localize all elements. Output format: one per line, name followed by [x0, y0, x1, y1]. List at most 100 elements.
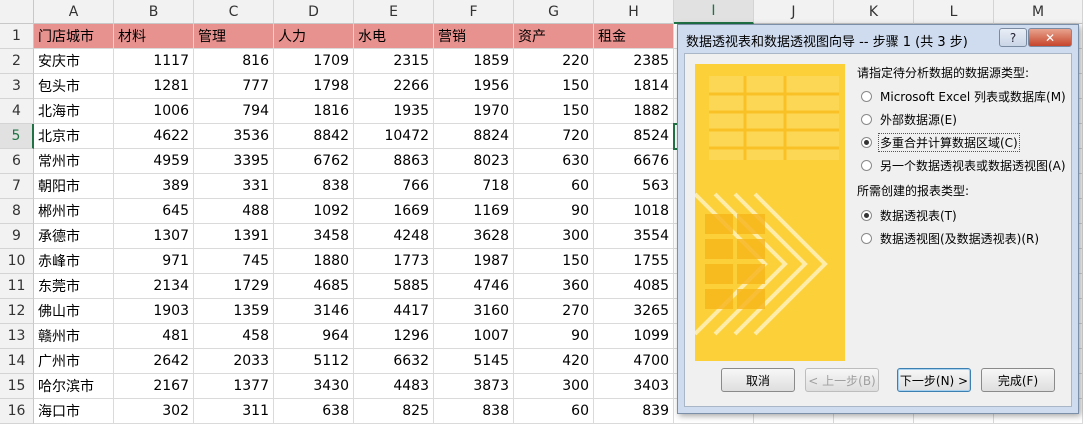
cell-f14[interactable]: 5145: [434, 349, 514, 374]
cell-e13[interactable]: 1296: [354, 324, 434, 349]
cell-d10[interactable]: 1880: [274, 249, 354, 274]
cell-c11[interactable]: 1729: [194, 274, 274, 299]
cell-e10[interactable]: 1773: [354, 249, 434, 274]
cell-f3[interactable]: 1956: [434, 74, 514, 99]
cell-g10[interactable]: 150: [514, 249, 594, 274]
help-button[interactable]: ?: [999, 28, 1027, 47]
cell-g12[interactable]: 270: [514, 299, 594, 324]
cell-h6[interactable]: 6676: [594, 149, 674, 174]
cell-c1[interactable]: 管理: [194, 24, 274, 49]
radio-pivot-table[interactable]: [861, 210, 872, 221]
cell-h2[interactable]: 2385: [594, 49, 674, 74]
cell-a12[interactable]: 佛山市: [34, 299, 114, 324]
cell-d11[interactable]: 4685: [274, 274, 354, 299]
cell-c5[interactable]: 3536: [194, 124, 274, 149]
cell-b4[interactable]: 1006: [114, 99, 194, 124]
cell-b7[interactable]: 389: [114, 174, 194, 199]
cell-g2[interactable]: 220: [514, 49, 594, 74]
finish-button[interactable]: 完成(F): [981, 368, 1055, 392]
back-button[interactable]: < 上一步(B): [805, 368, 879, 392]
cell-f7[interactable]: 718: [434, 174, 514, 199]
cell-a9[interactable]: 承德市: [34, 224, 114, 249]
row-header[interactable]: 14: [0, 349, 34, 374]
cell-f1[interactable]: 营销: [434, 24, 514, 49]
cell-h8[interactable]: 1018: [594, 199, 674, 224]
row-header[interactable]: 8: [0, 199, 34, 224]
cell-c15[interactable]: 1377: [194, 374, 274, 399]
cell-c2[interactable]: 816: [194, 49, 274, 74]
cell-h11[interactable]: 4085: [594, 274, 674, 299]
cell-f10[interactable]: 1987: [434, 249, 514, 274]
cell-g4[interactable]: 150: [514, 99, 594, 124]
cell-e1[interactable]: 水电: [354, 24, 434, 49]
cell-a8[interactable]: 郴州市: [34, 199, 114, 224]
cell-e7[interactable]: 766: [354, 174, 434, 199]
cell-d5[interactable]: 8842: [274, 124, 354, 149]
radio-multiple-consolidation[interactable]: [861, 137, 872, 148]
cell-h3[interactable]: 1814: [594, 74, 674, 99]
cell-f9[interactable]: 3628: [434, 224, 514, 249]
cell-a10[interactable]: 赤峰市: [34, 249, 114, 274]
cell-c16[interactable]: 311: [194, 399, 274, 424]
cell-d12[interactable]: 3146: [274, 299, 354, 324]
cell-f5[interactable]: 8824: [434, 124, 514, 149]
cell-b9[interactable]: 1307: [114, 224, 194, 249]
row-header[interactable]: 4: [0, 99, 34, 124]
cell-h9[interactable]: 3554: [594, 224, 674, 249]
cell-a16[interactable]: 海口市: [34, 399, 114, 424]
cell-g15[interactable]: 300: [514, 374, 594, 399]
cell-b1[interactable]: 材料: [114, 24, 194, 49]
cell-g11[interactable]: 360: [514, 274, 594, 299]
cell-d16[interactable]: 638: [274, 399, 354, 424]
cell-e6[interactable]: 8863: [354, 149, 434, 174]
cell-e2[interactable]: 2315: [354, 49, 434, 74]
cell-f6[interactable]: 8023: [434, 149, 514, 174]
radio-another-pivot[interactable]: [861, 160, 872, 171]
cell-g13[interactable]: 90: [514, 324, 594, 349]
cell-h15[interactable]: 3403: [594, 374, 674, 399]
cell-d6[interactable]: 6762: [274, 149, 354, 174]
cell-e16[interactable]: 825: [354, 399, 434, 424]
cell-b10[interactable]: 971: [114, 249, 194, 274]
cell-g6[interactable]: 630: [514, 149, 594, 174]
dialog-titlebar[interactable]: 数据透视表和数据透视图向导 -- 步骤 1 (共 3 步) ? ✕: [678, 25, 1078, 53]
cell-a7[interactable]: 朝阳市: [34, 174, 114, 199]
cell-e9[interactable]: 4248: [354, 224, 434, 249]
cell-e14[interactable]: 6632: [354, 349, 434, 374]
column-header-d[interactable]: D: [274, 0, 354, 24]
cell-c6[interactable]: 3395: [194, 149, 274, 174]
column-header-l[interactable]: L: [914, 0, 994, 24]
cell-h5[interactable]: 8524: [594, 124, 674, 149]
cell-e11[interactable]: 5885: [354, 274, 434, 299]
cell-h7[interactable]: 563: [594, 174, 674, 199]
cell-c7[interactable]: 331: [194, 174, 274, 199]
cell-f8[interactable]: 1169: [434, 199, 514, 224]
row-header[interactable]: 15: [0, 374, 34, 399]
cell-d2[interactable]: 1709: [274, 49, 354, 74]
cell-f11[interactable]: 4746: [434, 274, 514, 299]
cell-b11[interactable]: 2134: [114, 274, 194, 299]
row-header[interactable]: 3: [0, 74, 34, 99]
cell-h16[interactable]: 839: [594, 399, 674, 424]
option-excel-list[interactable]: Microsoft Excel 列表或数据库(M): [861, 87, 1068, 106]
row-header[interactable]: 11: [0, 274, 34, 299]
radio-external-source[interactable]: [861, 114, 872, 125]
cell-g1[interactable]: 资产: [514, 24, 594, 49]
column-header-j[interactable]: J: [754, 0, 834, 24]
column-header-b[interactable]: B: [114, 0, 194, 24]
cell-c14[interactable]: 2033: [194, 349, 274, 374]
option-multiple-consolidation[interactable]: 多重合并计算数据区域(C): [861, 133, 1020, 152]
cell-d3[interactable]: 1798: [274, 74, 354, 99]
cell-b3[interactable]: 1281: [114, 74, 194, 99]
column-header-c[interactable]: C: [194, 0, 274, 24]
cell-g3[interactable]: 150: [514, 74, 594, 99]
row-header[interactable]: 1: [0, 24, 34, 49]
cell-b12[interactable]: 1903: [114, 299, 194, 324]
cell-a1[interactable]: 门店城市: [34, 24, 114, 49]
cell-f2[interactable]: 1859: [434, 49, 514, 74]
cell-b15[interactable]: 2167: [114, 374, 194, 399]
cell-d9[interactable]: 3458: [274, 224, 354, 249]
cell-f4[interactable]: 1970: [434, 99, 514, 124]
select-all-corner[interactable]: [0, 0, 34, 24]
row-header[interactable]: 16: [0, 399, 34, 424]
